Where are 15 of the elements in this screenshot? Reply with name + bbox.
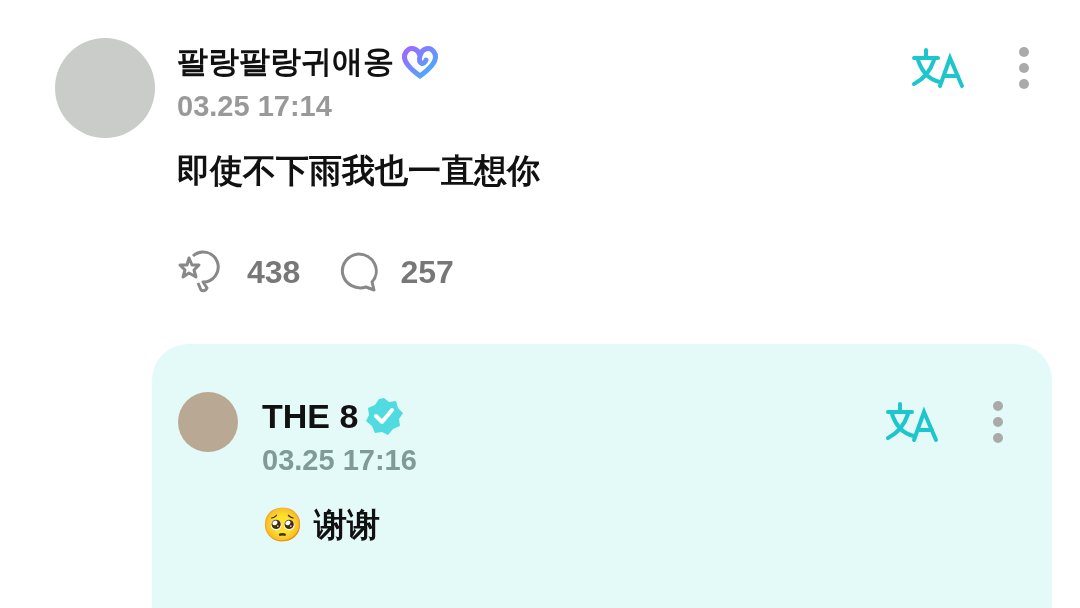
timestamp: 03.25 17:14	[177, 90, 333, 123]
cheer-count: 438	[247, 253, 301, 291]
heart-badge-icon	[400, 44, 440, 80]
avatar[interactable]	[178, 392, 238, 452]
translate-button[interactable]	[884, 400, 940, 444]
comment-count: 257	[400, 253, 454, 291]
username[interactable]: THE 8	[262, 396, 359, 436]
reply-text: 🥺 谢谢	[262, 504, 382, 546]
more-button[interactable]	[992, 400, 1004, 444]
timestamp: 03.25 17:16	[262, 444, 418, 477]
username[interactable]: 팔랑팔랑귀애옹	[177, 41, 394, 83]
post-text: 即使不下雨我也一直想你	[177, 150, 541, 192]
translate-button[interactable]	[910, 46, 966, 90]
verified-badge-icon	[364, 396, 405, 436]
more-button[interactable]	[1018, 46, 1030, 90]
